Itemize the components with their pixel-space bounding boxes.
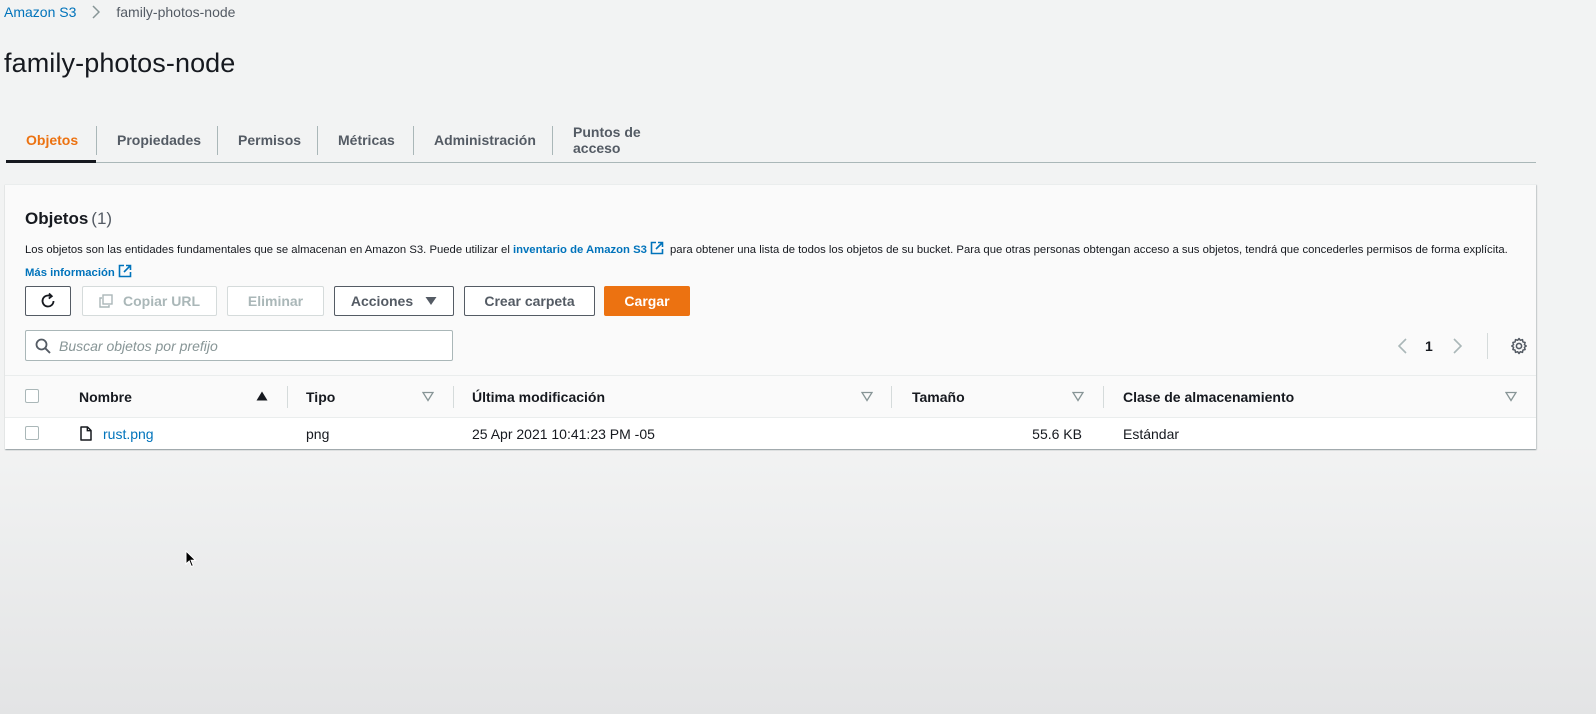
row-checkbox[interactable]	[25, 426, 39, 440]
column-divider	[891, 386, 892, 408]
chevron-right-icon	[92, 4, 104, 20]
page-title: family-photos-node	[4, 48, 236, 78]
external-link-icon	[650, 241, 664, 263]
sort-icon[interactable]	[422, 390, 434, 402]
search-field[interactable]	[25, 330, 453, 361]
search-input[interactable]	[59, 337, 439, 354]
breadcrumb: Amazon S3 family-photos-node	[4, 3, 235, 21]
select-all-checkbox[interactable]	[25, 389, 39, 403]
column-divider	[453, 386, 454, 408]
object-name-link[interactable]: rust.png	[103, 426, 154, 442]
column-header-nombre[interactable]: Nombre	[79, 376, 132, 417]
next-page-icon[interactable]	[1451, 336, 1465, 356]
objects-panel: Objetos (1) Los objetos son las entidades…	[5, 184, 1536, 449]
description-text: Los objetos son las entidades fundamenta…	[25, 244, 513, 256]
column-label: Última modificación	[472, 388, 606, 405]
modified-cell: 25 Apr 2021 10:41:23 PM -05	[472, 425, 655, 442]
actions-label: Acciones	[350, 293, 414, 309]
external-link-icon	[118, 264, 132, 286]
tab-label: Objetos	[26, 132, 79, 148]
pager-divider	[1486, 333, 1488, 359]
column-label: Tipo	[306, 388, 336, 405]
tab-puntos-de-acceso[interactable]: Puntos de acceso	[553, 118, 705, 162]
tab-bar: Objetos Propiedades Permisos Métricas Ad…	[6, 118, 1536, 163]
create-folder-label: Crear carpeta	[484, 293, 575, 309]
caret-down-icon	[425, 296, 437, 306]
tab-metricas[interactable]: Métricas	[318, 118, 413, 162]
column-header-tipo[interactable]: Tipo	[306, 376, 335, 417]
settings-gear-icon[interactable]	[1510, 337, 1528, 355]
size-cell: 55.6 KB	[1032, 425, 1082, 442]
create-folder-button[interactable]: Crear carpeta	[464, 286, 595, 316]
column-divider	[1103, 386, 1104, 408]
column-label: Tamaño	[912, 388, 965, 405]
tab-label: Propiedades	[117, 132, 202, 148]
pagination: 1	[1395, 331, 1528, 361]
refresh-icon	[39, 292, 57, 310]
file-icon	[80, 426, 92, 441]
actions-dropdown-button[interactable]: Acciones	[334, 286, 454, 316]
delete-label: Eliminar	[247, 293, 304, 309]
tab-permisos[interactable]: Permisos	[218, 118, 317, 162]
objects-heading-label: Objetos	[25, 209, 89, 228]
tab-label: Permisos	[238, 132, 302, 148]
copy-url-button[interactable]: Copiar URL	[82, 286, 217, 316]
type-cell: png	[306, 425, 330, 442]
column-label: Clase de almacenamiento	[1123, 388, 1295, 405]
objects-heading: Objetos (1)	[25, 209, 112, 229]
column-label: Nombre	[79, 388, 132, 405]
tab-label: Métricas	[338, 132, 395, 148]
table-row[interactable]: rust.png png 25 Apr 2021 10:41:23 PM -05…	[5, 418, 1536, 449]
tab-label: Administración	[434, 132, 536, 148]
tab-propiedades[interactable]: Propiedades	[97, 118, 217, 162]
column-divider	[287, 386, 288, 408]
column-header-clase-de-almacenamiento[interactable]: Clase de almacenamiento	[1123, 376, 1294, 417]
objects-count: (1)	[91, 209, 113, 228]
delete-button[interactable]: Eliminar	[227, 286, 324, 316]
breadcrumb-current: family-photos-node	[116, 4, 236, 20]
breadcrumb-amazon-s3-link[interactable]: Amazon S3	[4, 4, 76, 20]
previous-page-icon[interactable]	[1395, 336, 1409, 356]
sort-icon[interactable]	[861, 390, 873, 402]
sort-icon[interactable]	[1072, 390, 1084, 402]
sort-ascending-icon[interactable]	[256, 390, 268, 402]
tab-administracion[interactable]: Administración	[414, 118, 552, 162]
upload-button[interactable]: Cargar	[604, 286, 690, 316]
storage-class-cell: Estándar	[1123, 425, 1180, 442]
upload-label: Cargar	[624, 293, 670, 309]
mouse-cursor-icon	[185, 549, 197, 573]
description-text: para obtener una lista de todos los obje…	[666, 244, 1508, 256]
column-header-tamano[interactable]: Tamaño	[912, 376, 965, 417]
table-header: Nombre Tipo Última modificación Tamaño C…	[5, 376, 1536, 418]
current-page-number[interactable]: 1	[1425, 338, 1433, 354]
inventory-link[interactable]: inventario de Amazon S3	[513, 244, 647, 256]
refresh-button[interactable]	[25, 286, 71, 316]
search-icon	[35, 338, 51, 354]
objects-panel-header: Objetos (1) Los objetos son las entidades…	[5, 185, 1536, 376]
name-cell: rust.png	[80, 418, 154, 449]
copy-url-label: Copiar URL	[123, 293, 200, 309]
objects-description: Los objetos son las entidades fundamenta…	[25, 240, 1515, 286]
sort-icon[interactable]	[1505, 390, 1517, 402]
column-header-ultima-modificacion[interactable]: Última modificación	[472, 376, 605, 417]
tab-objetos[interactable]: Objetos	[6, 118, 96, 163]
tab-label: Puntos de acceso	[573, 124, 641, 156]
copy-icon	[99, 294, 113, 308]
more-info-link[interactable]: Más información	[25, 267, 115, 279]
